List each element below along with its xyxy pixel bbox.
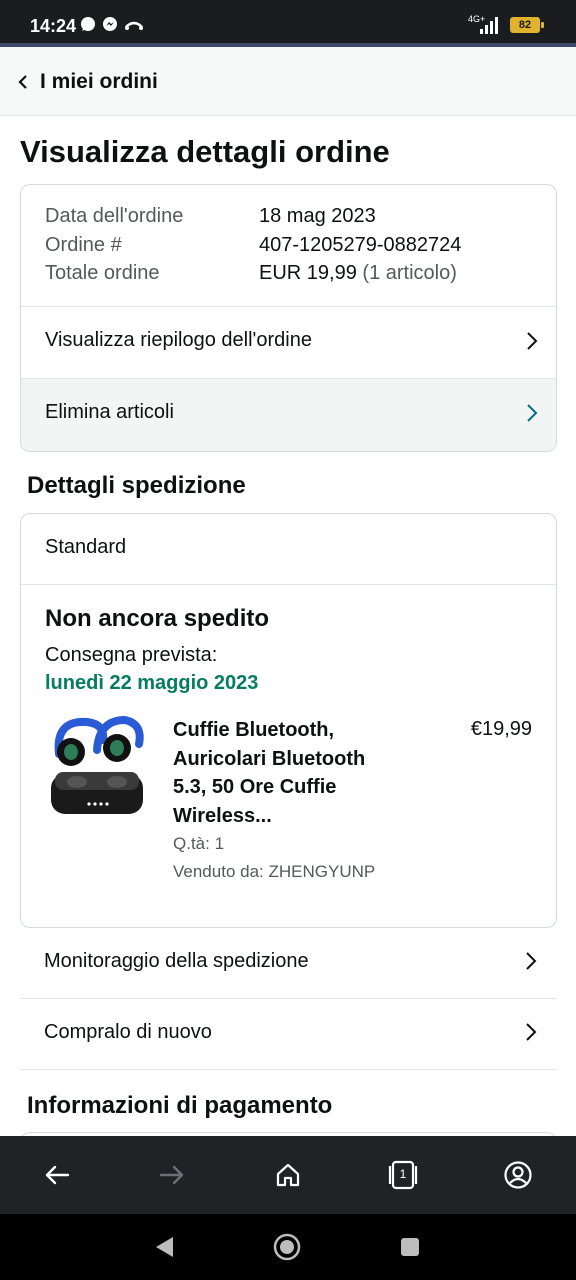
buy-again-link[interactable]: Compralo di nuovo <box>20 999 557 1070</box>
page-title: Visualizza dettagli ordine <box>20 134 390 169</box>
chevron-right-icon <box>526 331 538 356</box>
top-nav: I miei ordini <box>0 47 576 116</box>
order-date-label: Data dell'ordine <box>45 205 184 227</box>
product-title[interactable]: Cuffie Bluetooth, Auricolari Bluetooth 5… <box>173 716 403 830</box>
account-icon[interactable] <box>501 1158 535 1192</box>
messenger-icon <box>102 16 118 37</box>
order-total-items: (1 articolo) <box>362 262 457 284</box>
nav-recents-icon[interactable] <box>396 1233 424 1261</box>
order-date-value: 18 mag 2023 <box>259 205 376 227</box>
order-total-amount: EUR 19,99 <box>259 262 357 284</box>
chevron-right-icon <box>525 951 537 976</box>
payment-section-title: Informazioni di pagamento <box>27 1092 333 1119</box>
back-link[interactable]: I miei ordini <box>0 47 200 116</box>
missed-call-icon <box>124 16 144 37</box>
home-icon[interactable] <box>271 1158 305 1192</box>
delete-items-label: Elimina articoli <box>45 401 174 423</box>
battery-icon: 82 <box>510 17 544 33</box>
track-shipment-link[interactable]: Monitoraggio della spedizione <box>20 928 557 999</box>
nav-home-icon[interactable] <box>273 1233 301 1261</box>
chevron-right-icon <box>526 403 538 428</box>
product-quantity: Q.tà: 1 <box>173 834 225 853</box>
product-seller: Venduto da: ZHENGYUNP <box>173 862 376 881</box>
order-number-value: 407-1205279-0882724 <box>259 234 462 256</box>
delivery-date: lunedì 22 maggio 2023 <box>45 672 259 694</box>
delivery-label: Consegna prevista: <box>45 644 218 666</box>
order-total-label: Totale ordine <box>45 262 160 284</box>
shipping-section-title: Dettagli spedizione <box>27 472 246 499</box>
status-bar: 14:24 4G+ 82 <box>0 0 576 47</box>
buy-again-label: Compralo di nuovo <box>44 1021 212 1043</box>
product-price: €19,99 <box>470 718 532 740</box>
tab-count: 1 <box>399 1167 407 1181</box>
tabs-icon[interactable]: 1 <box>386 1158 420 1192</box>
order-summary-card: Data dell'ordine 18 mag 2023 Ordine # 40… <box>20 184 557 452</box>
notification-icons <box>80 16 144 37</box>
product-image[interactable] <box>47 714 147 818</box>
delete-items-link[interactable]: Elimina articoli <box>21 379 556 451</box>
divider <box>21 584 556 585</box>
forward-arrow-icon[interactable] <box>155 1158 189 1192</box>
chevron-right-icon <box>525 1022 537 1047</box>
back-link-label: I miei ordini <box>40 70 158 93</box>
shipping-status: Non ancora spedito <box>45 605 270 632</box>
nav-back-icon[interactable] <box>150 1233 178 1261</box>
status-time: 14:24 <box>30 16 77 36</box>
signal-icon: 4G+ <box>468 15 498 35</box>
whatsapp-icon <box>80 16 96 37</box>
order-number-label: Ordine # <box>45 234 122 256</box>
back-arrow-icon[interactable] <box>40 1158 74 1192</box>
battery-level: 82 <box>518 19 532 31</box>
browser-toolbar: 1 <box>0 1136 576 1214</box>
view-order-summary-link[interactable]: Visualizza riepilogo dell'ordine <box>21 307 556 379</box>
chevron-left-icon <box>18 75 28 94</box>
system-navigation-bar <box>0 1214 576 1280</box>
order-total-value: EUR 19,99 (1 articolo) <box>259 262 457 285</box>
shipping-card: Standard Non ancora spedito Consegna pre… <box>20 513 557 928</box>
view-order-summary-label: Visualizza riepilogo dell'ordine <box>45 329 312 351</box>
track-shipment-label: Monitoraggio della spedizione <box>44 950 309 972</box>
shipping-method: Standard <box>45 536 127 558</box>
